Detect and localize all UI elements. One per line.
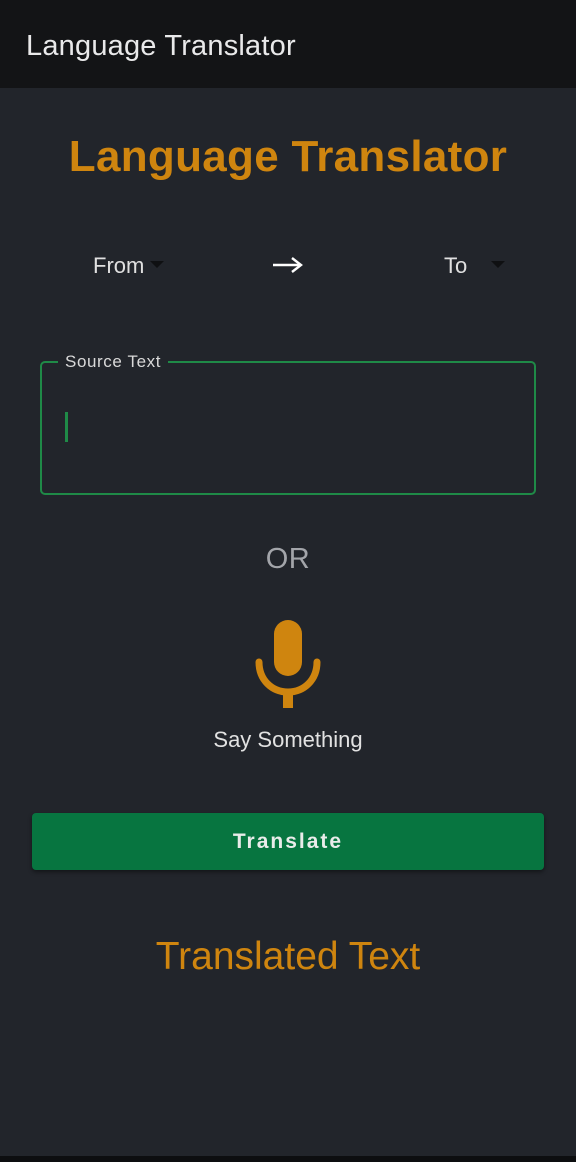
or-divider-text: OR [265, 543, 311, 575]
app-bar-title: Language Translator [26, 30, 296, 62]
source-text-input[interactable] [42, 363, 530, 489]
from-language-spinner[interactable]: From [93, 248, 165, 284]
dropdown-caret-icon [150, 260, 165, 268]
translate-button[interactable]: Translate [32, 813, 544, 870]
text-cursor [65, 412, 68, 442]
to-language-spinner[interactable]: To [444, 248, 506, 284]
source-text-label: Source Text [58, 352, 169, 372]
bottom-edge [0, 1156, 576, 1162]
from-label: From [93, 253, 145, 278]
translated-text-output: Translated Text [155, 935, 421, 978]
microphone-icon[interactable] [254, 618, 322, 710]
dropdown-caret-icon [491, 260, 506, 268]
app-bar: Language Translator [0, 0, 576, 88]
to-label: To [444, 253, 468, 278]
page-heading: Language Translator [68, 132, 508, 181]
say-something-label: Say Something [213, 727, 363, 752]
right-arrow-icon [273, 257, 303, 273]
